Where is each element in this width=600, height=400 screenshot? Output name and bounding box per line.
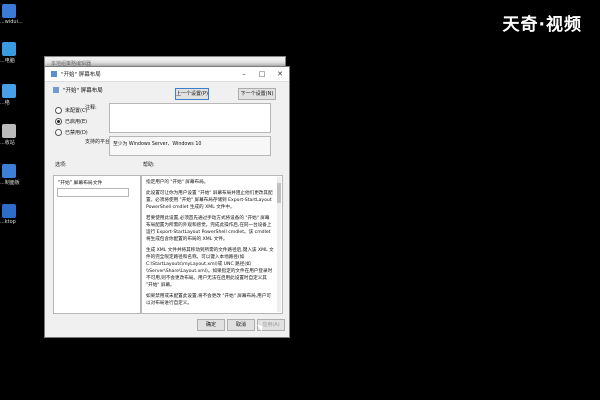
options-panel: "开始" 屏幕布局文件 xyxy=(53,175,141,314)
app-icon xyxy=(2,4,16,18)
desktop-icon-caption: ...电脑 xyxy=(0,58,15,64)
previous-setting-button[interactable]: 上一个设置(P) xyxy=(175,88,209,100)
desktop-icon-5[interactable]: ...制面板 xyxy=(0,164,20,186)
setting-icon xyxy=(53,87,59,93)
recycle-bin-icon xyxy=(2,124,16,138)
desktop-icon-caption: ...络 xyxy=(0,100,10,106)
help-paragraph: 指定用户的 "开始" 屏幕布局。 xyxy=(146,180,209,185)
radio-not-configured[interactable]: 未配置(C) xyxy=(55,107,87,114)
maximize-icon[interactable]: □ xyxy=(253,67,271,81)
desktop-icon-2[interactable]: ...电脑 xyxy=(0,42,20,64)
dialog-header: "开始" 屏幕布局 xyxy=(53,86,103,94)
desktop-icon-strip: ...widui... ...电脑 ...络 ...收站 ...制面板 ...k… xyxy=(0,0,23,400)
scrollbar-thumb[interactable] xyxy=(277,183,281,203)
radio-disabled[interactable]: 已禁用(D) xyxy=(55,129,88,136)
folder-icon xyxy=(2,204,16,218)
control-panel-icon xyxy=(2,164,16,178)
help-label: 帮助: xyxy=(143,162,155,168)
watermark: 天奇·视频 xyxy=(502,15,582,35)
setting-name: "开始" 屏幕布局 xyxy=(63,88,103,94)
help-paragraph: 生成 XML 文件并将其移动到所需的文件路径后,键入该 XML 文件的完全限定路… xyxy=(146,248,274,288)
help-scrollbar[interactable] xyxy=(277,177,281,312)
ok-button[interactable]: 确定 xyxy=(197,319,225,331)
help-paragraph: 若要使用此设置,必须首先通过手动方式将设备的 "开始" 屏幕布局配置为所需的外观… xyxy=(146,216,272,242)
supported-platform-field: 至少为 Windows Server、Windows 10 xyxy=(109,136,271,156)
desktop-icon-caption: ...制面板 xyxy=(0,180,20,186)
radio-enabled[interactable]: 已启用(E) xyxy=(55,118,87,125)
radio-circle xyxy=(55,129,62,136)
help-paragraph: 如果禁用或未配置此设置,将不会更改 "开始" 屏幕布局,用户可以对布局进行自定义… xyxy=(146,294,271,306)
supported-platform-value: 至少为 Windows Server、Windows 10 xyxy=(113,142,202,147)
next-setting-button[interactable]: 下一个设置(N) xyxy=(238,88,276,100)
radio-label: 已禁用(D) xyxy=(65,130,88,136)
policy-dialog: "开始" 屏幕布局 – □ ✕ "开始" 屏幕布局 上一个设置(P) 下一个设置… xyxy=(44,66,290,338)
radio-label: 已启用(E) xyxy=(65,119,88,125)
network-icon xyxy=(2,84,16,98)
supported-platform-label: 支持的平台: xyxy=(85,139,112,145)
cancel-button[interactable]: 取消 xyxy=(227,319,255,331)
options-label: 选项: xyxy=(55,162,67,168)
layout-file-input[interactable] xyxy=(57,188,129,197)
help-text: 指定用户的 "开始" 屏幕布局。 此设置可让你为用户设置 "开始" 屏幕布局并阻… xyxy=(142,176,282,313)
dialog-titlebar[interactable]: "开始" 屏幕布局 – □ ✕ xyxy=(45,67,289,82)
desktop-icon-caption: ...收站 xyxy=(0,140,15,146)
desktop-icon-6[interactable]: ...ktop xyxy=(0,204,20,225)
close-icon[interactable]: ✕ xyxy=(271,67,289,81)
policy-icon xyxy=(51,71,57,77)
help-paragraph: 此设置可让你为用户设置 "开始" 屏幕布局并阻止他们更改其配置。必须将使用 "开… xyxy=(146,191,273,210)
radio-circle xyxy=(55,107,62,114)
comment-label: 注释: xyxy=(85,105,97,111)
desktop-icon-caption: ...ktop xyxy=(0,219,16,225)
comment-textarea[interactable] xyxy=(109,103,271,133)
computer-icon xyxy=(2,42,16,56)
desktop-icon-caption: ...widui... xyxy=(0,19,23,25)
dialog-title: "开始" 屏幕布局 xyxy=(61,72,101,78)
desktop-icon-1[interactable]: ...widui... xyxy=(0,4,23,25)
help-panel: 指定用户的 "开始" 屏幕布局。 此设置可让你为用户设置 "开始" 屏幕布局并阻… xyxy=(141,175,283,314)
desktop-icon-3[interactable]: ...络 xyxy=(0,84,20,106)
minimize-icon[interactable]: – xyxy=(235,67,253,81)
radio-circle xyxy=(55,118,62,125)
desktop-icon-4[interactable]: ...收站 xyxy=(0,124,20,146)
